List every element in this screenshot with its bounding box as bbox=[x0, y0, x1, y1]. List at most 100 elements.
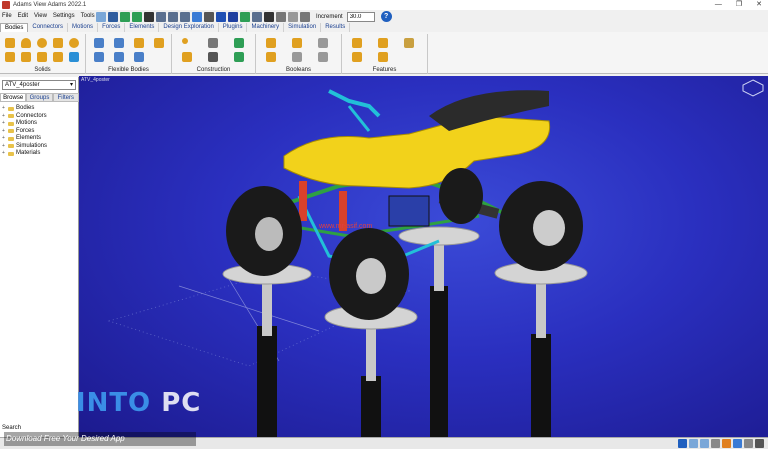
plot-icon[interactable] bbox=[240, 11, 250, 22]
tab-results[interactable]: Results bbox=[321, 23, 351, 32]
iso-view-icon[interactable] bbox=[192, 11, 202, 22]
tab-simulation[interactable]: Simulation bbox=[284, 23, 322, 32]
tree-item-elements[interactable]: + Elements bbox=[2, 135, 47, 143]
coordinate-system-icon[interactable] bbox=[208, 52, 218, 62]
box-icon[interactable] bbox=[5, 38, 15, 48]
plate-icon[interactable] bbox=[21, 52, 31, 62]
close-button[interactable]: ✕ bbox=[756, 0, 762, 10]
tree-item-materials[interactable]: + Materials bbox=[2, 150, 47, 158]
tab-design-exploration[interactable]: Design Exploration bbox=[159, 23, 219, 32]
menu-view[interactable]: View bbox=[34, 13, 47, 19]
point-icon[interactable] bbox=[182, 38, 188, 44]
maximize-button[interactable]: ❐ bbox=[736, 0, 742, 10]
chamfer-icon[interactable] bbox=[352, 38, 362, 48]
chain-icon[interactable] bbox=[318, 52, 328, 62]
link-icon[interactable] bbox=[5, 52, 15, 62]
fillet-icon[interactable] bbox=[352, 52, 362, 62]
triad-icon[interactable] bbox=[276, 11, 286, 22]
view-triad-icon[interactable] bbox=[742, 79, 764, 97]
select-cursor-icon[interactable] bbox=[144, 11, 154, 22]
save-icon[interactable] bbox=[108, 11, 118, 22]
expand-icon[interactable]: + bbox=[2, 128, 6, 136]
zoom-box-icon[interactable] bbox=[168, 11, 178, 22]
tree-item-bodies[interactable]: + Bodies bbox=[2, 105, 47, 113]
view-orientation-icon[interactable] bbox=[300, 11, 310, 22]
status-globe-icon[interactable] bbox=[733, 439, 742, 448]
tree-item-simulations[interactable]: + Simulations bbox=[2, 143, 47, 151]
expand-icon[interactable]: + bbox=[2, 143, 6, 151]
expand-icon[interactable]: + bbox=[2, 150, 6, 158]
grid-icon[interactable] bbox=[216, 11, 226, 22]
tab-motions[interactable]: Motions bbox=[68, 23, 99, 32]
hollow-icon[interactable] bbox=[378, 52, 388, 62]
flex-swap-icon[interactable] bbox=[114, 52, 124, 62]
cylinder-icon[interactable] bbox=[21, 38, 31, 48]
discrete-flex-icon[interactable] bbox=[114, 38, 124, 48]
revolution-icon[interactable] bbox=[53, 52, 63, 62]
spline-icon[interactable] bbox=[234, 52, 244, 62]
minimize-button[interactable]: — bbox=[715, 0, 722, 10]
status-grid-icon[interactable] bbox=[711, 439, 720, 448]
flex-beam-icon[interactable] bbox=[134, 38, 144, 48]
zoom-icon[interactable] bbox=[180, 11, 190, 22]
increment-input[interactable] bbox=[346, 11, 375, 22]
plane-icon[interactable] bbox=[69, 52, 79, 62]
rotate-icon[interactable] bbox=[288, 11, 298, 22]
split-icon[interactable] bbox=[292, 52, 302, 62]
hole-icon[interactable] bbox=[378, 38, 388, 48]
menu-file[interactable]: File bbox=[2, 13, 12, 19]
merge-icon[interactable] bbox=[292, 38, 302, 48]
status-warning-icon[interactable] bbox=[722, 439, 731, 448]
flex-body-icon[interactable] bbox=[94, 38, 104, 48]
undo-icon[interactable] bbox=[120, 11, 130, 22]
expand-icon[interactable]: + bbox=[2, 135, 6, 143]
flex-mode-icon[interactable] bbox=[134, 52, 144, 62]
front-view-icon[interactable] bbox=[204, 11, 214, 22]
boss-icon[interactable] bbox=[404, 38, 414, 48]
expand-icon[interactable]: + bbox=[2, 120, 6, 128]
redo-icon[interactable] bbox=[132, 11, 142, 22]
mnf-import-icon[interactable] bbox=[94, 52, 104, 62]
status-window-icon[interactable] bbox=[689, 439, 698, 448]
tab-plugins[interactable]: Plugins bbox=[219, 23, 248, 32]
torus-icon[interactable] bbox=[69, 38, 79, 48]
view-fit-icon[interactable] bbox=[156, 11, 166, 22]
menu-settings[interactable]: Settings bbox=[53, 13, 75, 19]
status-settings-icon[interactable] bbox=[744, 439, 753, 448]
sphere-icon[interactable] bbox=[37, 38, 47, 48]
frustum-icon[interactable] bbox=[53, 38, 63, 48]
polyline-icon[interactable] bbox=[234, 38, 244, 48]
status-info-icon[interactable] bbox=[678, 439, 687, 448]
tab-browse[interactable]: Browse bbox=[0, 93, 27, 102]
new-model-icon[interactable] bbox=[96, 11, 106, 22]
status-close-icon[interactable] bbox=[755, 439, 764, 448]
tree-item-motions[interactable]: + Motions bbox=[2, 120, 47, 128]
menu-tools[interactable]: Tools bbox=[81, 13, 95, 19]
tab-bodies[interactable]: Bodies bbox=[0, 23, 29, 32]
tab-elements[interactable]: Elements bbox=[125, 23, 160, 32]
help-icon[interactable]: ? bbox=[380, 11, 392, 22]
expand-icon[interactable]: + bbox=[2, 113, 6, 121]
marker-icon[interactable] bbox=[208, 38, 218, 48]
tab-machinery[interactable]: Machinery bbox=[247, 23, 285, 32]
render-mode-icon[interactable] bbox=[228, 11, 238, 22]
tab-filters[interactable]: Filters bbox=[52, 93, 79, 102]
tab-groups[interactable]: Groups bbox=[26, 93, 53, 102]
flex-cable-icon[interactable] bbox=[154, 38, 164, 48]
tree-item-connectors[interactable]: + Connectors bbox=[2, 113, 47, 121]
union-icon[interactable] bbox=[266, 38, 276, 48]
intersect-icon[interactable] bbox=[318, 38, 328, 48]
tab-forces[interactable]: Forces bbox=[98, 23, 126, 32]
arc-icon[interactable] bbox=[182, 52, 192, 62]
status-table-icon[interactable] bbox=[700, 439, 709, 448]
expand-icon[interactable]: + bbox=[2, 105, 6, 113]
3d-viewport[interactable]: ATV_4poster www.mr-asif.com bbox=[79, 76, 768, 437]
cut-icon[interactable] bbox=[266, 52, 276, 62]
checker-icon[interactable] bbox=[264, 11, 274, 22]
tab-connectors[interactable]: Connectors bbox=[28, 23, 69, 32]
model-select[interactable]: ATV_4poster ▾ bbox=[2, 80, 76, 90]
menu-edit[interactable]: Edit bbox=[18, 13, 28, 19]
tree-item-forces[interactable]: + Forces bbox=[2, 128, 47, 136]
window-layout-icon[interactable] bbox=[252, 11, 262, 22]
extrusion-icon[interactable] bbox=[37, 52, 47, 62]
